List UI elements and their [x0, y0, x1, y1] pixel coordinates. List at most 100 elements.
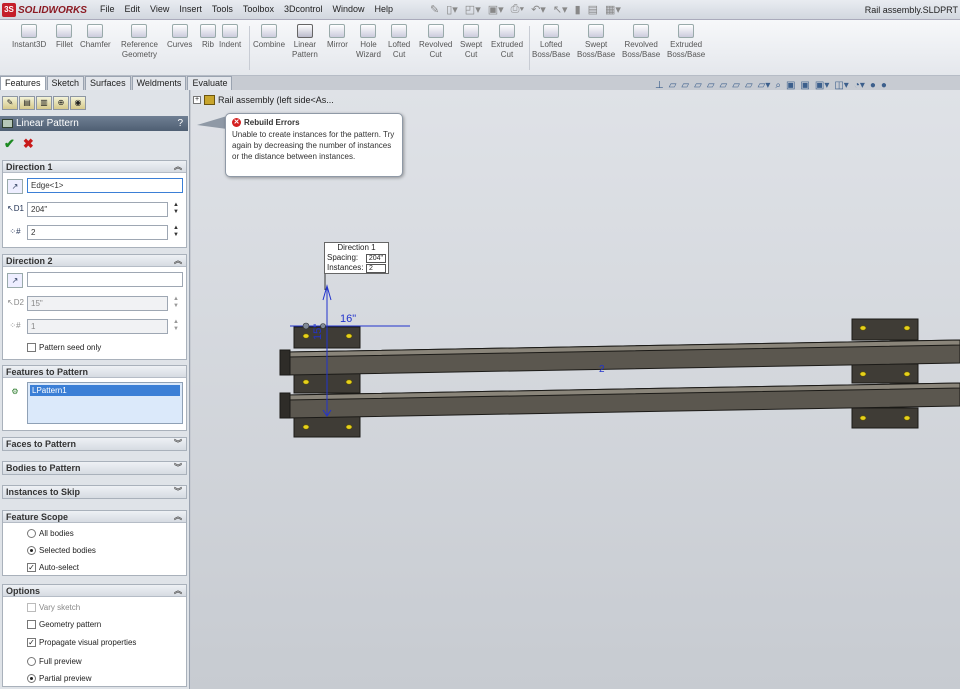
- collapse-icon[interactable]: ︽: [174, 161, 182, 173]
- direction1-edge-field[interactable]: Edge<1>: [27, 178, 183, 193]
- direction2-header[interactable]: Direction 2 ︽: [3, 255, 186, 267]
- cancel-button[interactable]: ✖: [23, 136, 34, 152]
- partial-preview-radio[interactable]: Partial preview: [27, 674, 91, 683]
- feature-scope-header[interactable]: Feature Scope ︽: [3, 511, 186, 523]
- direction1-instances-input[interactable]: 2: [27, 225, 168, 240]
- hole-wizard-button[interactable]: Hole Wizard: [356, 24, 381, 60]
- expand-icon[interactable]: ︾: [174, 438, 182, 450]
- checkbox-icon[interactable]: [27, 603, 36, 612]
- instant3d-button[interactable]: Instant3D: [12, 24, 46, 50]
- pin-icon[interactable]: ✎: [430, 3, 439, 16]
- lofted-cut-button[interactable]: Lofted Cut: [388, 24, 410, 60]
- geometry-pattern-checkbox[interactable]: Geometry pattern: [27, 620, 101, 629]
- radio-icon[interactable]: [27, 657, 36, 666]
- faces-to-pattern-header[interactable]: Faces to Pattern ︾: [3, 438, 186, 450]
- callout-instances-input[interactable]: 2: [366, 263, 386, 273]
- direction1-header[interactable]: Direction 1 ︽: [3, 161, 186, 173]
- instances-to-skip-header[interactable]: Instances to Skip ︾: [3, 486, 186, 498]
- swept-boss-button[interactable]: Swept Boss/Base: [577, 24, 615, 60]
- spacing2-spinner-icon[interactable]: ▲ ▼: [173, 296, 181, 311]
- combine-button[interactable]: Combine: [253, 24, 285, 50]
- ok-button[interactable]: ✔: [4, 136, 15, 152]
- curves-button[interactable]: Curves: [167, 24, 192, 50]
- open-icon[interactable]: ◰▾: [465, 3, 481, 16]
- instance-count-label[interactable]: 2: [599, 364, 605, 375]
- bodies-to-pattern-header[interactable]: Bodies to Pattern ︾: [3, 462, 186, 474]
- rebuild-icon[interactable]: ▮: [575, 3, 581, 16]
- tab-sketch[interactable]: Sketch: [46, 76, 85, 90]
- rebuild-error-balloon[interactable]: ✕ Rebuild Errors Unable to create instanc…: [225, 113, 403, 177]
- features-list[interactable]: LPattern1: [27, 382, 183, 424]
- faces-to-pattern-group[interactable]: Faces to Pattern ︾: [2, 437, 187, 451]
- list-item[interactable]: LPattern1: [30, 385, 180, 396]
- instances-spinner-icon[interactable]: ▲ ▼: [173, 225, 181, 240]
- direction2-instances-input[interactable]: 1: [27, 319, 168, 334]
- tab-weldments[interactable]: Weldments: [131, 76, 187, 90]
- menu-tools[interactable]: Tools: [212, 4, 233, 14]
- file-properties-icon[interactable]: ▤: [588, 3, 598, 16]
- menu-window[interactable]: Window: [332, 4, 364, 14]
- tab-features[interactable]: Features: [0, 76, 46, 90]
- revolved-boss-button[interactable]: Revolved Boss/Base: [622, 24, 660, 60]
- save-icon[interactable]: ▣▾: [488, 3, 504, 16]
- features-to-pattern-header[interactable]: Features to Pattern: [3, 366, 186, 378]
- spacing-spinner-icon[interactable]: ▲ ▼: [173, 202, 181, 217]
- reverse-direction2-icon[interactable]: ↗: [7, 273, 23, 288]
- flyout-feature-tree[interactable]: + Rail assembly (left side<As...: [193, 95, 334, 105]
- property-manager-tab-icon[interactable]: ▤: [19, 96, 35, 110]
- undo-icon[interactable]: ↶▾: [531, 3, 546, 16]
- new-document-icon[interactable]: ▯▾: [446, 3, 458, 16]
- fillet-button[interactable]: Fillet: [56, 24, 73, 50]
- auto-select-checkbox[interactable]: ✓ Auto-select: [27, 563, 79, 572]
- vary-sketch-checkbox[interactable]: Vary sketch: [27, 603, 80, 612]
- help-button[interactable]: ?: [177, 116, 183, 131]
- direction2-spacing-input[interactable]: 15": [27, 296, 168, 311]
- all-bodies-radio[interactable]: All bodies: [27, 529, 74, 538]
- selected-bodies-radio[interactable]: Selected bodies: [27, 546, 96, 555]
- menu-edit[interactable]: Edit: [125, 4, 141, 14]
- reference-geometry-button[interactable]: Reference Geometry: [121, 24, 158, 60]
- menu-insert[interactable]: Insert: [179, 4, 202, 14]
- radio-icon[interactable]: [27, 529, 36, 538]
- options-header[interactable]: Options ︽: [3, 585, 186, 597]
- menu-file[interactable]: File: [100, 4, 115, 14]
- options-icon[interactable]: ▦▾: [605, 3, 621, 16]
- collapse-icon[interactable]: ︽: [174, 511, 182, 523]
- checkbox-icon[interactable]: [27, 620, 36, 629]
- menu-view[interactable]: View: [150, 4, 169, 14]
- instances-to-skip-group[interactable]: Instances to Skip ︾: [2, 485, 187, 499]
- rib-button[interactable]: Rib: [200, 24, 216, 50]
- radio-icon[interactable]: [27, 674, 36, 683]
- feature-manager-tab-icon[interactable]: ✎: [2, 96, 18, 110]
- menu-help[interactable]: Help: [375, 4, 394, 14]
- checkbox-checked-icon[interactable]: ✓: [27, 638, 36, 647]
- expand-tree-icon[interactable]: +: [193, 96, 201, 104]
- checkbox-icon[interactable]: [27, 343, 36, 352]
- full-preview-radio[interactable]: Full preview: [27, 657, 82, 666]
- horizontal-dimension-label[interactable]: 16": [340, 313, 356, 325]
- mirror-button[interactable]: Mirror: [327, 24, 348, 50]
- dimxpert-manager-tab-icon[interactable]: ⊕: [53, 96, 69, 110]
- tab-surfaces[interactable]: Surfaces: [85, 76, 131, 90]
- callout-spacing-input[interactable]: 204": [365, 253, 386, 263]
- direction1-spacing-input[interactable]: 204": [27, 202, 168, 217]
- display-manager-tab-icon[interactable]: ◉: [70, 96, 86, 110]
- direction2-edge-field[interactable]: [27, 272, 183, 287]
- instances2-spinner-icon[interactable]: ▲ ▼: [173, 319, 181, 334]
- extruded-boss-button[interactable]: Extruded Boss/Base: [667, 24, 705, 60]
- reverse-direction-icon[interactable]: ↗: [7, 179, 23, 194]
- propagate-visual-properties-checkbox[interactable]: ✓ Propagate visual properties: [27, 638, 136, 647]
- collapse-icon[interactable]: ︽: [174, 585, 182, 597]
- graphics-area[interactable]: + Rail assembly (left side<As...: [191, 90, 960, 689]
- direction1-callout[interactable]: Direction 1 Spacing: 204" Instances: 2: [324, 242, 389, 274]
- solidworks-logo[interactable]: 3S SOLIDWORKS: [2, 2, 90, 18]
- pattern-seed-only-checkbox[interactable]: Pattern seed only: [27, 343, 101, 352]
- radio-icon[interactable]: [27, 546, 36, 555]
- configuration-manager-tab-icon[interactable]: ▥: [36, 96, 52, 110]
- bodies-to-pattern-group[interactable]: Bodies to Pattern ︾: [2, 461, 187, 475]
- vertical-dimension-label[interactable]: 15": [312, 324, 324, 340]
- checkbox-checked-icon[interactable]: ✓: [27, 563, 36, 572]
- extruded-cut-button[interactable]: Extruded Cut: [491, 24, 523, 60]
- menu-3dcontrol[interactable]: 3Dcontrol: [284, 4, 323, 14]
- revolved-cut-button[interactable]: Revolved Cut: [419, 24, 452, 60]
